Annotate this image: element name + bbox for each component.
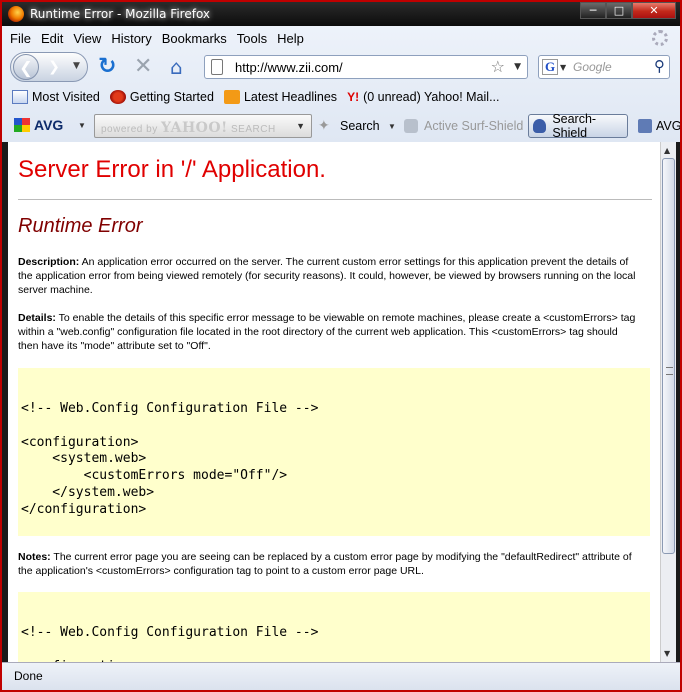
back-button[interactable]: ❮	[13, 54, 39, 80]
navigation-toolbar: ❮ ❯ ▼ ↻ ✕ ⌂ ☆ ▼ G ▼ ⚲	[2, 51, 680, 83]
notes-text: The current error page you are seeing ca…	[18, 551, 632, 577]
url-bar[interactable]: ☆ ▼	[204, 55, 528, 79]
active-surf-shield-button[interactable]: Active Surf-Shield	[404, 119, 523, 133]
scroll-down-icon[interactable]: ▼	[664, 649, 670, 658]
menu-help[interactable]: Help	[277, 31, 304, 46]
most-visited-icon	[12, 90, 28, 104]
yahoo-dropdown-icon[interactable]: ▼	[296, 121, 305, 131]
avg-toolbar: AVG ▼ powered by YAHOO! SEARCH ▼ ✦ Searc…	[2, 111, 680, 141]
search-shield-button[interactable]: Search-Shield	[528, 112, 628, 140]
browser-window: Runtime Error - Mozilla Firefox ─ □ ✕ Fi…	[0, 0, 682, 692]
search-shield-icon	[533, 119, 547, 133]
avg-logo-button[interactable]: AVG	[14, 117, 63, 133]
menu-edit[interactable]: Edit	[41, 31, 63, 46]
search-icon[interactable]: ⚲	[654, 57, 665, 75]
window-title: Runtime Error - Mozilla Firefox	[30, 7, 211, 21]
bookmarks-toolbar: Most Visited Getting Started Latest Head…	[2, 86, 680, 108]
yahoo-prefix: powered by	[101, 124, 158, 135]
avg-search-dropdown-icon[interactable]: ▼	[388, 122, 396, 131]
bookmark-latest-headlines[interactable]: Latest Headlines	[223, 90, 337, 104]
close-icon: ✕	[649, 4, 659, 17]
code-block-redirect: <!-- Web.Config Configuration File --> <…	[18, 592, 650, 662]
page-title: Server Error in '/' Application.	[18, 156, 326, 183]
forward-button[interactable]: ❯	[43, 57, 65, 77]
heading-divider	[18, 199, 652, 200]
description-label: Description:	[18, 256, 80, 268]
url-dropdown-icon[interactable]: ▼	[514, 62, 521, 72]
menu-bookmarks[interactable]: Bookmarks	[162, 31, 227, 46]
history-dropdown-icon[interactable]: ▼	[73, 61, 80, 71]
back-forward-group: ❮ ❯ ▼	[10, 52, 88, 82]
url-input[interactable]	[235, 59, 485, 75]
getting-started-icon	[109, 90, 126, 104]
window-controls: ─ □ ✕	[580, 2, 676, 20]
back-arrow-icon: ❮	[19, 57, 33, 77]
scrollbar-thumb[interactable]	[662, 158, 675, 554]
description-paragraph: Description: An application error occurr…	[18, 255, 638, 297]
scroll-grip-icon	[666, 367, 673, 375]
avg-dropdown-icon[interactable]: ▼	[78, 121, 86, 130]
reload-icon[interactable]: ↻	[98, 54, 116, 79]
avg-logo-icon	[14, 118, 30, 132]
scroll-up-icon[interactable]: ▲	[664, 146, 670, 155]
bookmark-getting-started[interactable]: Getting Started	[109, 90, 214, 104]
avg-search-button[interactable]: Search	[340, 119, 380, 133]
close-button[interactable]: ✕	[632, 2, 676, 19]
surf-shield-icon	[404, 119, 418, 133]
page-icon	[211, 59, 223, 75]
engine-dropdown-icon[interactable]: ▼	[560, 63, 566, 72]
throbber-icon	[652, 30, 668, 46]
yahoo-brand: YAHOO!	[160, 120, 228, 136]
maximize-button[interactable]: □	[606, 2, 632, 19]
details-label: Details:	[18, 312, 56, 324]
bookmark-star-icon[interactable]: ☆	[491, 57, 505, 76]
google-engine-icon[interactable]: G	[542, 59, 558, 75]
browser-chrome: File Edit View History Bookmarks Tools H…	[2, 26, 680, 142]
status-text: Done	[14, 669, 43, 683]
firefox-logo-icon	[8, 6, 24, 22]
page-content: Server Error in '/' Application. Runtime…	[8, 142, 660, 662]
vertical-scrollbar[interactable]: ▲ ▼	[660, 142, 676, 662]
details-text: To enable the details of this specific e…	[18, 312, 636, 352]
minimize-icon: ─	[589, 4, 597, 17]
yahoo-search-input[interactable]: powered by YAHOO! SEARCH ▼	[94, 114, 312, 138]
menu-tools[interactable]: Tools	[237, 31, 267, 46]
maximize-icon: □	[613, 4, 625, 17]
yahoo-suffix: SEARCH	[231, 124, 276, 135]
search-bar[interactable]: G ▼ ⚲	[538, 55, 670, 79]
description-text: An application error occurred on the ser…	[18, 256, 636, 296]
title-bar: Runtime Error - Mozilla Firefox ─ □ ✕	[2, 2, 680, 26]
avg-more-icon	[638, 119, 652, 133]
notes-paragraph: Notes: The current error page you are se…	[18, 550, 638, 578]
search-input[interactable]	[573, 59, 651, 75]
menu-view[interactable]: View	[73, 31, 101, 46]
code-block-config: <!-- Web.Config Configuration File --> <…	[18, 368, 650, 536]
bookmark-yahoo-mail[interactable]: Y! (0 unread) Yahoo! Mail...	[347, 90, 499, 104]
yahoo-icon: Y!	[347, 90, 360, 104]
notes-label: Notes:	[18, 551, 51, 563]
minimize-button[interactable]: ─	[580, 2, 606, 19]
rss-feed-icon	[223, 90, 240, 104]
toolbar-separator-icon: ✦	[318, 117, 330, 133]
menu-bar: File Edit View History Bookmarks Tools H…	[2, 26, 680, 50]
error-subtitle: Runtime Error	[18, 215, 143, 237]
stop-icon[interactable]: ✕	[134, 54, 152, 79]
bookmark-most-visited[interactable]: Most Visited	[12, 90, 100, 104]
details-paragraph: Details: To enable the details of this s…	[18, 311, 638, 353]
avg-more-button[interactable]: AVG	[638, 119, 680, 133]
home-icon[interactable]: ⌂	[170, 55, 183, 79]
status-bar: Done	[2, 662, 680, 690]
forward-arrow-icon: ❯	[48, 59, 60, 75]
menu-file[interactable]: File	[10, 31, 31, 46]
menu-history[interactable]: History	[111, 31, 151, 46]
